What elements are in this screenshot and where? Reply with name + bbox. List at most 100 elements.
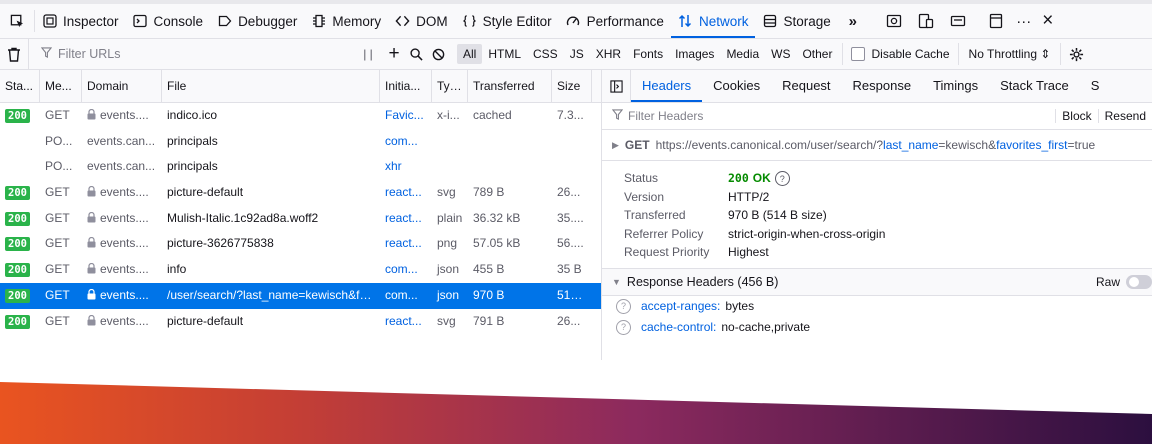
type-filter-all[interactable]: All bbox=[457, 44, 483, 64]
request-row[interactable]: 200 GET events.... picture-default react... s… bbox=[0, 309, 601, 335]
summary-row: Request Priority Highest bbox=[624, 243, 1152, 262]
details-tab-request[interactable]: Request bbox=[771, 70, 841, 102]
type-filter-other[interactable]: Other bbox=[796, 44, 838, 64]
initiator-cell[interactable]: com... bbox=[380, 257, 432, 283]
tab-style-editor[interactable]: Style Editor bbox=[455, 4, 559, 38]
request-row[interactable]: 200 GET events.... /user/search/?last_name=… bbox=[0, 282, 601, 309]
type-filter-css[interactable]: CSS bbox=[527, 44, 564, 64]
details-tab-timings[interactable]: Timings bbox=[922, 70, 989, 102]
column-header[interactable]: Size bbox=[552, 70, 592, 102]
request-row[interactable]: 200 GET events.... picture-default react... s… bbox=[0, 180, 601, 206]
details-tab-headers[interactable]: Headers bbox=[631, 70, 702, 102]
expand-triangle-icon[interactable]: ▶ bbox=[612, 140, 619, 151]
raw-switch[interactable] bbox=[1126, 274, 1152, 289]
method-cell: GET bbox=[45, 210, 70, 225]
clear-requests-button[interactable] bbox=[0, 39, 29, 69]
search-icon[interactable] bbox=[405, 39, 427, 69]
tab-dom[interactable]: DOM bbox=[388, 4, 455, 38]
more-options-button[interactable]: ··· bbox=[1012, 4, 1036, 38]
initiator-cell[interactable]: react... bbox=[380, 180, 432, 206]
initiator-cell[interactable]: Favic... bbox=[380, 103, 432, 129]
add-filter-icon[interactable]: + bbox=[383, 39, 405, 69]
request-row[interactable]: PO... events.can... principals com... bbox=[0, 129, 601, 155]
tab-network[interactable]: Network bbox=[671, 4, 756, 38]
initiator-cell[interactable]: xhr bbox=[380, 154, 432, 180]
domain-text: events.can... bbox=[87, 133, 156, 148]
type-filter-images[interactable]: Images bbox=[669, 44, 720, 64]
domain-text: events.can... bbox=[87, 159, 156, 174]
status-badge: 200 bbox=[5, 237, 30, 252]
status-cell bbox=[0, 154, 40, 180]
tab-console[interactable]: Console bbox=[126, 4, 211, 38]
type-filter-js[interactable]: JS bbox=[564, 44, 590, 64]
column-header[interactable]: Initia... bbox=[380, 70, 432, 102]
column-header[interactable]: Sta... bbox=[0, 70, 40, 102]
dock-icon[interactable] bbox=[984, 4, 1008, 38]
details-tab-response[interactable]: Response bbox=[842, 70, 923, 102]
filter-headers-input[interactable]: Filter Headers Block Resend bbox=[602, 103, 1152, 130]
response-header-row[interactable]: ? accept-ranges: bytes bbox=[602, 296, 1152, 317]
response-headers-title: Response Headers (456 B) bbox=[626, 274, 779, 289]
url-param-value: =true bbox=[1067, 138, 1096, 152]
type-filter-fonts[interactable]: Fonts bbox=[627, 44, 669, 64]
response-header-row[interactable]: ? cache-control: no-cache,private bbox=[602, 317, 1152, 338]
request-row[interactable]: 200 GET events.... indico.ico Favic... x-i...… bbox=[0, 103, 601, 129]
type-filter-xhr[interactable]: XHR bbox=[590, 44, 627, 64]
close-devtools-button[interactable]: × bbox=[1036, 4, 1060, 38]
tabs-overflow-button[interactable]: » bbox=[838, 4, 868, 38]
type-cell: png bbox=[437, 236, 458, 251]
initiator-cell[interactable]: com... bbox=[380, 283, 432, 309]
pause-icon[interactable]: | | bbox=[357, 39, 379, 69]
help-icon[interactable]: ? bbox=[774, 171, 790, 186]
initiator-cell[interactable]: react... bbox=[380, 206, 432, 232]
split-console-icon[interactable] bbox=[946, 4, 970, 38]
column-header[interactable]: Me... bbox=[40, 70, 82, 102]
column-header[interactable]: File bbox=[162, 70, 380, 102]
initiator-cell[interactable]: react... bbox=[380, 309, 432, 335]
transferred-cell: 36.32 kB bbox=[473, 210, 521, 225]
request-row[interactable]: 200 GET events.... picture-3626775838 react.… bbox=[0, 231, 601, 257]
column-header[interactable]: Domain bbox=[82, 70, 162, 102]
type-cell bbox=[432, 129, 468, 155]
help-icon[interactable]: ? bbox=[616, 319, 631, 335]
details-tab-s[interactable]: S bbox=[1080, 70, 1111, 102]
help-icon[interactable]: ? bbox=[616, 298, 631, 314]
status-badge: 200 bbox=[5, 109, 30, 123]
column-header[interactable]: Transferred bbox=[468, 70, 552, 102]
details-tab-cookies[interactable]: Cookies bbox=[702, 70, 771, 102]
request-row[interactable]: PO... events.can... principals xhr bbox=[0, 154, 601, 180]
resend-button[interactable]: Resend bbox=[1097, 109, 1152, 123]
block-requests-icon[interactable] bbox=[427, 39, 449, 69]
raw-toggle[interactable]: Raw bbox=[1096, 274, 1152, 289]
initiator-cell[interactable]: react... bbox=[380, 231, 432, 257]
element-picker-button[interactable] bbox=[0, 10, 35, 32]
tab-debugger[interactable]: Debugger bbox=[210, 4, 304, 38]
lock-icon bbox=[87, 284, 96, 309]
request-row[interactable]: 200 GET events.... info com... json 455 B 35 B bbox=[0, 257, 601, 283]
column-header[interactable]: Type bbox=[432, 70, 468, 102]
responsive-design-icon[interactable] bbox=[914, 4, 938, 38]
details-tab-stack-trace[interactable]: Stack Trace bbox=[989, 70, 1080, 102]
method-cell: GET bbox=[45, 287, 70, 302]
type-filter-ws[interactable]: WS bbox=[765, 44, 796, 64]
collapse-triangle-icon[interactable]: ▼ bbox=[612, 277, 621, 287]
screenshot-icon[interactable] bbox=[882, 4, 906, 38]
toggle-sidebar-icon[interactable] bbox=[602, 70, 631, 102]
type-filter-media[interactable]: Media bbox=[720, 44, 765, 64]
disable-cache-checkbox[interactable] bbox=[851, 47, 866, 61]
filter-urls-input[interactable]: Filter URLs bbox=[29, 47, 321, 61]
tab-memory[interactable]: Memory bbox=[304, 4, 388, 38]
disable-cache-toggle[interactable]: Disable Cache bbox=[842, 43, 959, 65]
status-badge: 200 bbox=[5, 211, 30, 226]
response-headers-section[interactable]: ▼ Response Headers (456 B) Raw bbox=[602, 268, 1152, 296]
request-row[interactable]: 200 GET events.... Mulish-Italic.1c92ad8a.w… bbox=[0, 206, 601, 232]
type-filter-html[interactable]: HTML bbox=[482, 44, 527, 64]
tab-inspector[interactable]: Inspector bbox=[35, 4, 126, 38]
initiator-cell[interactable]: com... bbox=[380, 129, 432, 155]
tab-performance[interactable]: Performance bbox=[559, 4, 671, 38]
tab-storage[interactable]: Storage bbox=[755, 4, 837, 38]
block-button[interactable]: Block bbox=[1055, 109, 1097, 123]
network-settings-gear-icon[interactable] bbox=[1061, 47, 1091, 62]
type-cell: json bbox=[437, 287, 460, 302]
throttling-select[interactable]: No Throttling ⇕ bbox=[959, 43, 1062, 65]
